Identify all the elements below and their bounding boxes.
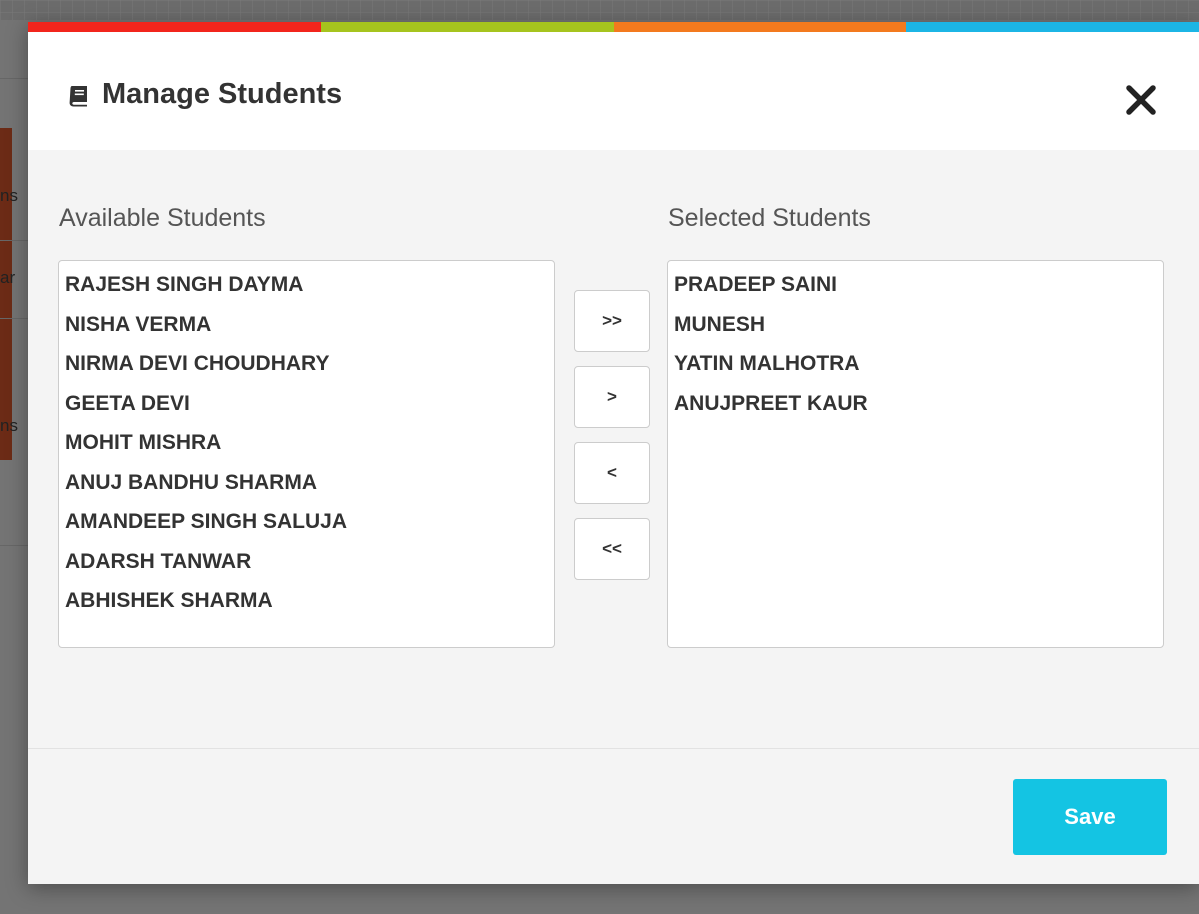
move-left-button[interactable]: < (574, 442, 650, 504)
color-strip-orange (613, 22, 907, 32)
selected-students-label: Selected Students (668, 204, 871, 232)
color-strip-blue (906, 22, 1199, 32)
list-item[interactable]: ANUJ BANDHU SHARMA (65, 463, 548, 503)
color-strip (28, 22, 1199, 32)
list-item[interactable]: ADARSH TANWAR (65, 542, 548, 582)
modal-title: Manage Students (66, 78, 342, 111)
list-item[interactable]: GEETA DEVI (65, 384, 548, 424)
available-students-label: Available Students (59, 204, 266, 232)
list-item[interactable]: PRADEEP SAINI (674, 265, 1157, 305)
close-button[interactable] (1121, 80, 1161, 120)
save-button[interactable]: Save (1013, 779, 1167, 855)
list-item[interactable]: MUNESH (674, 305, 1157, 345)
modal-title-text: Manage Students (102, 78, 343, 110)
modal-header: Manage Students (28, 32, 1199, 151)
selected-students-list[interactable]: PRADEEP SAINI MUNESH YATIN MALHOTRA ANUJ… (667, 260, 1164, 648)
close-icon[interactable] (1121, 80, 1161, 120)
list-item[interactable]: ANUJPREET KAUR (674, 384, 1157, 424)
color-strip-green (320, 22, 614, 32)
list-item[interactable]: AMANDEEP SINGH SALUJA (65, 502, 548, 542)
move-right-button[interactable]: > (574, 366, 650, 428)
book-icon (66, 83, 90, 107)
list-item[interactable]: RAJESH SINGH DAYMA (65, 265, 548, 305)
list-item[interactable]: YATIN MALHOTRA (674, 344, 1157, 384)
available-students-list[interactable]: RAJESH SINGH DAYMA NISHA VERMA NIRMA DEV… (58, 260, 555, 648)
list-item[interactable]: NIRMA DEVI CHOUDHARY (65, 344, 548, 384)
modal-body: Available Students Selected Students RAJ… (28, 150, 1199, 748)
move-all-right-button[interactable]: >> (574, 290, 650, 352)
list-item[interactable]: NISHA VERMA (65, 305, 548, 345)
color-strip-red (28, 22, 321, 32)
manage-students-modal: Manage Students Available Students Selec… (28, 22, 1199, 884)
modal-footer: Save (28, 748, 1199, 884)
list-item[interactable]: ABHISHEK SHARMA (65, 581, 548, 621)
move-all-left-button[interactable]: << (574, 518, 650, 580)
list-item[interactable]: MOHIT MISHRA (65, 423, 548, 463)
